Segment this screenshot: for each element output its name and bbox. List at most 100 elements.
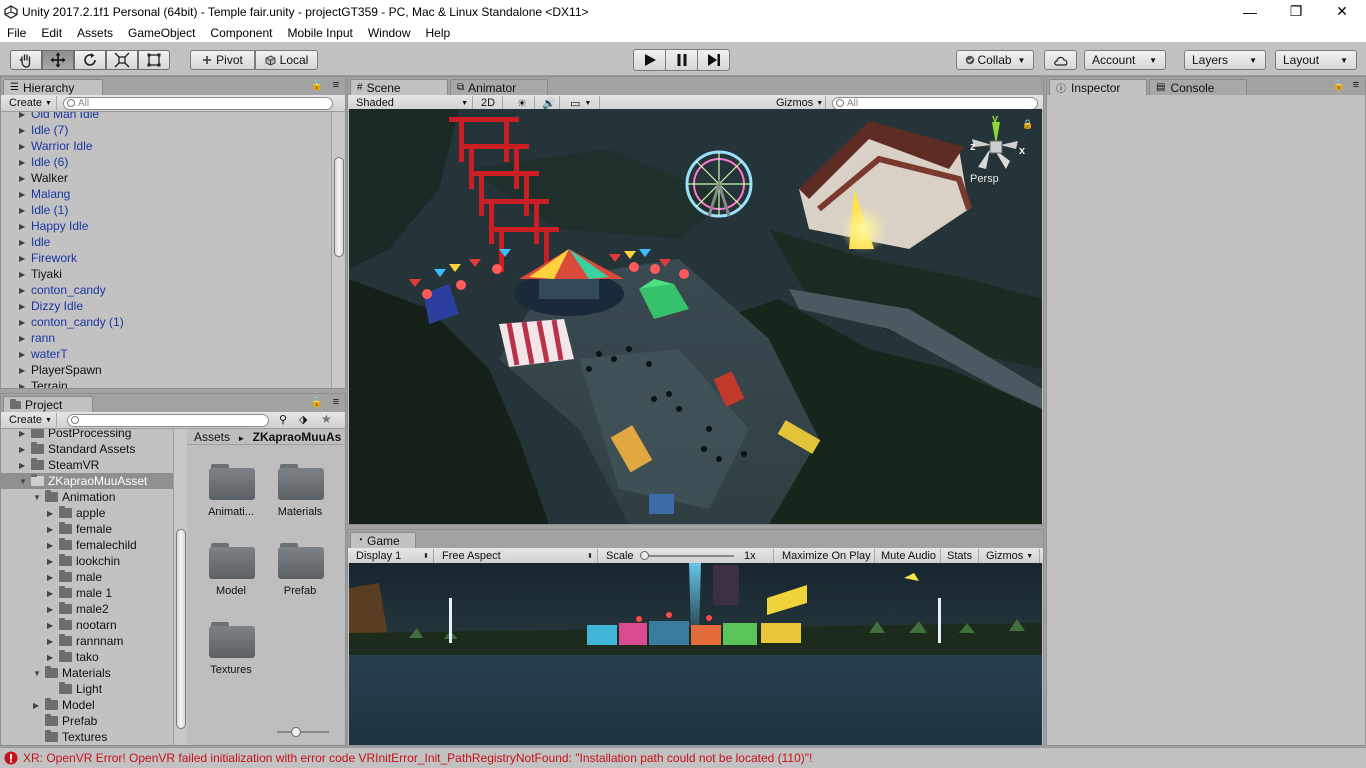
game-gizmos-dropdown[interactable]: Gizmos ▼ [982, 549, 1040, 563]
scale-slider-handle[interactable] [640, 551, 649, 560]
panel-menu-icon[interactable]: ≡ [333, 79, 339, 91]
expand-arrow-icon[interactable]: ▶ [19, 350, 31, 359]
local-toggle[interactable]: Local [255, 50, 318, 70]
projection-label[interactable]: Persp [970, 173, 999, 185]
scene-viewport[interactable]: y x z Persp 🔒 [349, 109, 1042, 524]
expand-arrow-icon[interactable]: ▶ [47, 573, 59, 582]
maximize-on-play-toggle[interactable]: Maximize On Play [778, 549, 875, 563]
hierarchy-item[interactable]: ▶ Idle (1) [1, 202, 331, 218]
expand-arrow-icon[interactable]: ▶ [47, 637, 59, 646]
hierarchy-item[interactable]: ▶ Firework [1, 250, 331, 266]
expand-arrow-icon[interactable]: ▼ [19, 477, 31, 486]
hierarchy-item[interactable]: ▶ conton_candy (1) [1, 314, 331, 330]
cloud-button[interactable] [1044, 50, 1077, 70]
hierarchy-item[interactable]: ▶ Walker [1, 170, 331, 186]
expand-arrow-icon[interactable]: ▶ [19, 366, 31, 375]
expand-arrow-icon[interactable]: ▶ [19, 382, 31, 389]
expand-arrow-icon[interactable]: ▶ [33, 701, 45, 710]
project-tree-item[interactable]: ▶ tako [1, 649, 173, 665]
move-tool-button[interactable] [42, 50, 74, 70]
gizmo-lock-icon[interactable]: 🔒 [1022, 119, 1033, 130]
aspect-dropdown[interactable]: Free Aspect ⬍ [438, 549, 598, 563]
panel-menu-icon[interactable]: ≡ [333, 396, 339, 408]
hierarchy-item[interactable]: ▶ rann [1, 330, 331, 346]
label-tag-icon[interactable]: ⬗ [299, 413, 307, 426]
project-tree-item[interactable]: ▼ ZKapraoMuuAsset [1, 473, 173, 489]
stats-toggle[interactable]: Stats [943, 549, 979, 563]
project-tree-item[interactable]: ▼ Materials [1, 665, 173, 681]
expand-arrow-icon[interactable]: ▶ [47, 557, 59, 566]
project-tree-item[interactable]: ▶ female [1, 521, 173, 537]
layout-dropdown[interactable]: Layout ▼ [1275, 50, 1357, 70]
hierarchy-item[interactable]: ▶ Idle (7) [1, 122, 331, 138]
expand-arrow-icon[interactable]: ▶ [19, 158, 31, 167]
project-tree-item[interactable]: ▶ apple [1, 505, 173, 521]
project-search-input[interactable] [67, 414, 269, 427]
project-tree-item[interactable]: Prefab [1, 713, 173, 729]
hierarchy-item[interactable]: ▶ waterT [1, 346, 331, 362]
panel-menu-icon[interactable]: ≡ [1353, 79, 1359, 91]
menu-assets[interactable]: Assets [70, 26, 121, 40]
favorite-star-icon[interactable]: ★ [321, 412, 332, 426]
hierarchy-item[interactable]: ▶ conton_candy [1, 282, 331, 298]
expand-arrow-icon[interactable]: ▶ [47, 541, 59, 550]
hierarchy-item[interactable]: ▶ Old Man Idle [1, 112, 331, 122]
expand-arrow-icon[interactable]: ▶ [47, 621, 59, 630]
project-create-dropdown[interactable]: Create ▼ [5, 413, 57, 427]
tab-inspector[interactable]: ⓘ Inspector [1049, 79, 1147, 95]
tab-animator[interactable]: ⧉ Animator [450, 79, 548, 95]
step-button[interactable] [697, 49, 730, 71]
expand-arrow-icon[interactable]: ▼ [33, 493, 45, 502]
expand-arrow-icon[interactable]: ▶ [19, 190, 31, 199]
hierarchy-scroll-thumb[interactable] [334, 157, 344, 257]
project-tree-item[interactable]: ▶ Model [1, 697, 173, 713]
game-viewport[interactable] [349, 563, 1042, 745]
expand-arrow-icon[interactable]: ▶ [47, 589, 59, 598]
hierarchy-item[interactable]: ▶ Idle (6) [1, 154, 331, 170]
expand-arrow-icon[interactable]: ▶ [19, 126, 31, 135]
hierarchy-item[interactable]: ▶ Warrior Idle [1, 138, 331, 154]
scene-audio-toggle[interactable]: 🔊 [538, 96, 560, 110]
project-tree-item[interactable]: Light [1, 681, 173, 697]
scene-lighting-toggle[interactable]: ☀ [513, 96, 535, 110]
scale-tool-button[interactable] [106, 50, 138, 70]
project-tree-item[interactable]: ▶ male [1, 569, 173, 585]
expand-arrow-icon[interactable]: ▶ [19, 174, 31, 183]
expand-arrow-icon[interactable]: ▶ [19, 222, 31, 231]
expand-arrow-icon[interactable]: ▶ [19, 318, 31, 327]
play-button[interactable] [633, 49, 666, 71]
expand-arrow-icon[interactable]: ▶ [19, 429, 31, 438]
expand-arrow-icon[interactable]: ▶ [19, 238, 31, 247]
project-tree-item[interactable]: ▶ lookchin [1, 553, 173, 569]
project-tree-item[interactable]: ▶ male2 [1, 601, 173, 617]
mute-audio-toggle[interactable]: Mute Audio [877, 549, 941, 563]
menu-file[interactable]: File [0, 26, 34, 40]
tab-hierarchy[interactable]: ☰ Hierarchy [3, 79, 103, 95]
maximize-button[interactable]: ❐ [1273, 0, 1319, 23]
scene-gizmos-dropdown[interactable]: Gizmos ▼ [772, 96, 826, 110]
menu-component[interactable]: Component [203, 26, 280, 40]
menu-help[interactable]: Help [419, 26, 459, 40]
expand-arrow-icon[interactable]: ▶ [19, 461, 31, 470]
pivot-toggle[interactable]: Pivot [190, 50, 255, 70]
lock-icon[interactable]: 🔒 [311, 397, 323, 408]
expand-arrow-icon[interactable]: ▶ [47, 509, 59, 518]
filter-by-type-icon[interactable]: ⚲ [279, 413, 287, 426]
project-tree-item[interactable]: ▼ Animation [1, 489, 173, 505]
breadcrumb-current[interactable]: ZKapraoMuuAs [253, 430, 342, 444]
project-tree-item[interactable]: Textures [1, 729, 173, 745]
layers-dropdown[interactable]: Layers ▼ [1184, 50, 1266, 70]
hierarchy-item[interactable]: ▶ Happy Idle [1, 218, 331, 234]
expand-arrow-icon[interactable]: ▶ [19, 206, 31, 215]
expand-arrow-icon[interactable]: ▶ [19, 142, 31, 151]
project-tree-item[interactable]: ▶ nootarn [1, 617, 173, 633]
project-tree-item[interactable]: ▶ rannnam [1, 633, 173, 649]
tab-scene[interactable]: # Scene [350, 79, 448, 95]
pause-button[interactable] [665, 49, 698, 71]
scale-slider[interactable] [640, 551, 734, 560]
hierarchy-item[interactable]: ▶ Tiyaki [1, 266, 331, 282]
collab-dropdown[interactable]: Collab ▼ [956, 50, 1034, 70]
hierarchy-scrollbar[interactable] [331, 112, 345, 388]
expand-arrow-icon[interactable]: ▶ [19, 254, 31, 263]
menu-mobile-input[interactable]: Mobile Input [280, 26, 360, 40]
